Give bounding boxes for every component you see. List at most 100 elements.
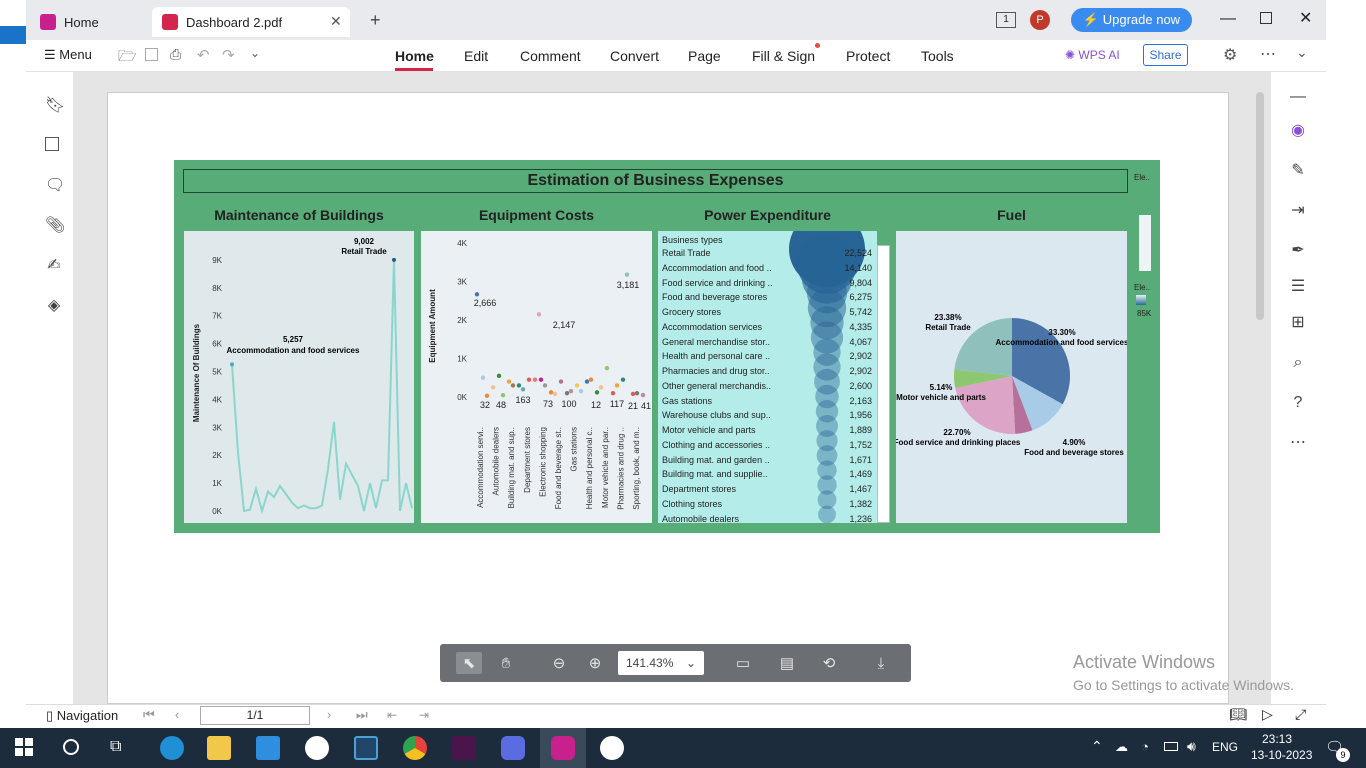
share-button[interactable]: Share (1143, 44, 1188, 66)
navigation-button[interactable]: ▯ Navigation (46, 708, 118, 724)
scrollbar[interactable] (1256, 92, 1264, 320)
read-mode-icon[interactable]: ⤓ (872, 655, 890, 673)
signature-icon[interactable]: ✍︎ (45, 257, 63, 275)
prev-page-icon[interactable]: ‹ (175, 707, 179, 722)
zoom-out-icon[interactable]: ⊖ (550, 655, 568, 673)
more-tools-icon[interactable]: ⋯ (1289, 434, 1307, 452)
onedrive-icon[interactable]: ☁ (1115, 739, 1128, 755)
comment-icon[interactable]: 🗨︎ (45, 177, 65, 195)
attachment-icon[interactable]: 📎︎ (45, 217, 65, 235)
chrome-icon[interactable] (403, 736, 427, 760)
close-tab-icon[interactable]: ✕ (330, 13, 342, 30)
menu-convert[interactable]: Convert (610, 48, 659, 64)
github-icon[interactable] (305, 736, 329, 760)
whatsapp-icon[interactable] (600, 736, 624, 760)
first-page-icon[interactable]: ⏮ (143, 707, 155, 723)
menu-comment[interactable]: Comment (520, 48, 581, 64)
menu-button[interactable]: ☰ Menu (44, 47, 92, 63)
clock-date[interactable]: 13-10-2023 (1251, 748, 1312, 762)
export-icon[interactable]: ⇥ (1289, 202, 1307, 220)
page-input[interactable]: 1/1 (200, 706, 310, 725)
minimize-icon[interactable]: — (1220, 10, 1236, 28)
edge-icon[interactable] (160, 736, 184, 760)
help-icon[interactable]: ? (1289, 394, 1307, 412)
maintenance-ytick: 2K (212, 451, 222, 460)
rotate-icon[interactable]: ⟲ (820, 655, 838, 673)
compare-icon[interactable]: ☰ (1289, 278, 1307, 296)
file-explorer-icon[interactable] (207, 736, 231, 760)
fullscreen-icon[interactable]: ⤢ (1295, 706, 1306, 723)
power-row-value: 1,469 (849, 469, 872, 480)
task-view-icon[interactable]: ⧉ (110, 738, 121, 756)
translate-icon[interactable]: ⊞ (1289, 314, 1307, 332)
edit-icon[interactable]: ✎ (1289, 162, 1307, 180)
battery-icon[interactable] (1164, 742, 1178, 751)
tab-home-label: Home (64, 14, 99, 30)
search-icon[interactable]: ⌕ (1289, 354, 1307, 372)
search-taskbar-icon[interactable] (63, 739, 79, 755)
thumbnail-icon[interactable] (45, 137, 59, 151)
fit-page-icon[interactable]: ▭ (734, 655, 752, 673)
network-icon[interactable]: ◔ (1141, 739, 1149, 754)
menu-protect[interactable]: Protect (846, 48, 890, 64)
upgrade-button[interactable]: ⚡ Upgrade now (1071, 8, 1192, 32)
page-layout-icon[interactable]: ▤ (778, 655, 796, 673)
zoom-select[interactable]: 141.43% ⌄ (618, 651, 704, 675)
new-tab-icon[interactable]: + (370, 10, 381, 31)
clock-time[interactable]: 23:13 (1262, 732, 1292, 746)
language-indicator[interactable]: ENG (1212, 740, 1238, 754)
fuel-label-motor-pct: 5.14% (930, 383, 953, 392)
save-icon[interactable] (145, 48, 158, 61)
menu-fill-sign[interactable]: Fill & Sign (752, 48, 815, 64)
tab-home[interactable]: Home (30, 7, 148, 37)
menu-tools[interactable]: Tools (921, 48, 954, 64)
power-row-value: 5,742 (849, 307, 872, 317)
equipment-point (506, 379, 512, 384)
close-window-icon[interactable]: ✕ (1299, 8, 1312, 28)
equipment-point (620, 377, 626, 382)
equipment-category-label: Building mat. and sup.. (507, 427, 516, 508)
code-editor-icon[interactable] (354, 736, 378, 760)
layers-icon[interactable]: ◈ (45, 297, 63, 315)
equipment-point (630, 391, 636, 397)
fuel-title: Fuel (997, 207, 1026, 223)
book-view-icon[interactable]: 📖︎ (1229, 706, 1247, 723)
more-chevron-icon[interactable]: ⌄ (250, 46, 260, 60)
volume-icon[interactable]: 🔊︎ (1187, 738, 1196, 755)
collapse-icon[interactable]: — (1289, 88, 1307, 106)
menu-edit[interactable]: Edit (464, 48, 488, 64)
settings-icon[interactable]: ⚙ (1223, 45, 1237, 65)
power-row: Gas stations 2,163 (662, 396, 872, 410)
tab-document[interactable]: Dashboard 2.pdf ✕ (152, 7, 350, 37)
more-icon[interactable]: ⋯ (1260, 44, 1276, 64)
equipment-point (520, 387, 526, 392)
wps-ai-button[interactable]: ✺ WPS AI (1065, 48, 1120, 62)
back-icon[interactable]: ⇤ (387, 708, 397, 722)
hand-icon[interactable]: ✋︎ (497, 655, 515, 673)
next-page-icon[interactable]: › (327, 707, 331, 722)
power-automate-icon[interactable] (501, 736, 525, 760)
wps-taskbar-icon[interactable] (551, 736, 575, 760)
menu-page[interactable]: Page (688, 48, 721, 64)
equipment-category-label: Accommodation servi.. (476, 427, 485, 508)
mail-icon[interactable] (256, 736, 280, 760)
zoom-in-icon[interactable]: ⊕ (586, 655, 604, 673)
forward-icon[interactable]: ⇥ (419, 708, 429, 722)
redo-icon[interactable]: ↷ (222, 46, 235, 64)
ai-eye-icon[interactable]: ◉ (1289, 122, 1307, 140)
print-icon[interactable]: ⎙ (170, 46, 181, 63)
collapse-chevron-icon[interactable]: ⌄ (1296, 44, 1308, 61)
start-icon[interactable] (15, 738, 33, 756)
tray-chevron-icon[interactable]: ⌃ (1091, 738, 1103, 755)
avatar[interactable]: P (1030, 10, 1050, 30)
maximize-icon[interactable] (1260, 12, 1272, 24)
play-icon[interactable]: ▷ (1262, 706, 1273, 723)
undo-icon[interactable]: ↶ (197, 46, 210, 64)
zoom-chevron-icon: ⌄ (685, 656, 696, 670)
open-folder-icon[interactable]: 🗁 (118, 46, 137, 71)
slack-icon[interactable] (452, 736, 476, 760)
bookmark-icon[interactable]: 🔖︎ (45, 97, 65, 115)
sign-icon[interactable]: ✒ (1289, 242, 1307, 260)
last-page-icon[interactable]: ⏭ (356, 707, 368, 723)
menu-home[interactable]: Home (395, 48, 434, 64)
